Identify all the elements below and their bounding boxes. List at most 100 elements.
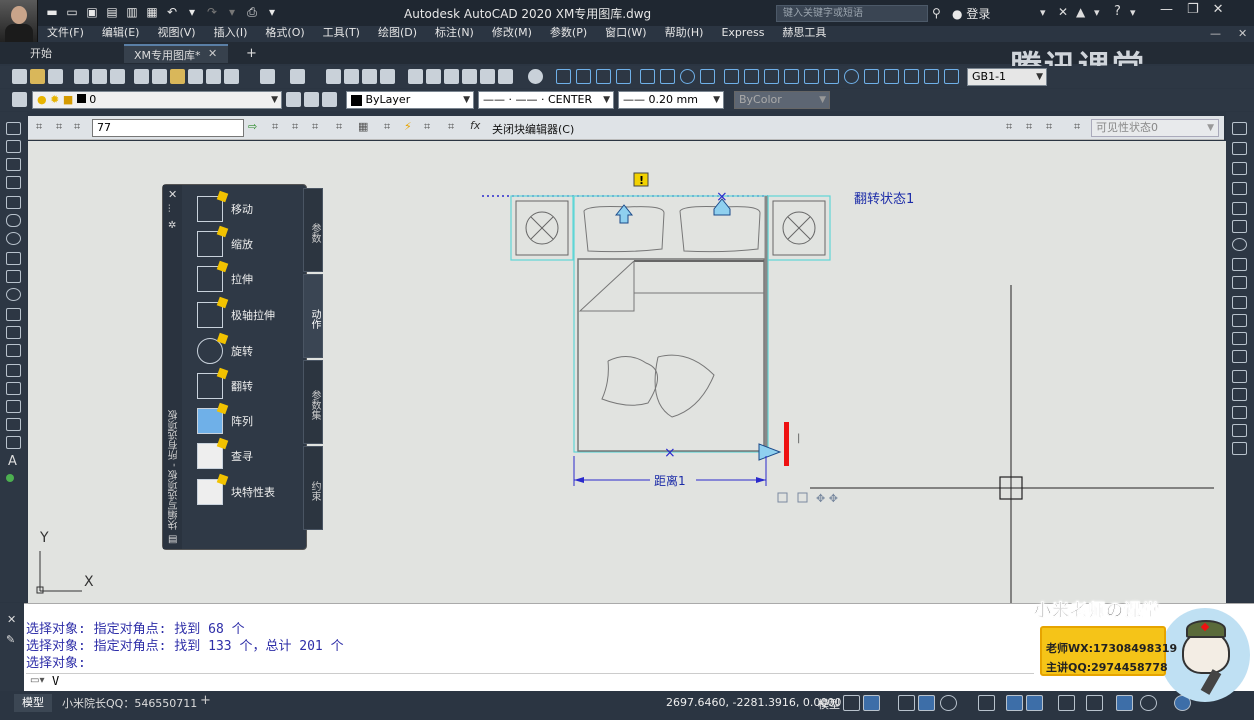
dimension-text-edit-icon[interactable]: [924, 69, 939, 84]
quickcalc-icon[interactable]: [498, 69, 513, 84]
close-block-editor-button[interactable]: 关闭块编辑器(C): [492, 121, 574, 137]
command-input[interactable]: V: [26, 673, 1034, 689]
isodraft-icon[interactable]: [940, 695, 957, 711]
edit-block-icon[interactable]: ⌗: [36, 120, 42, 134]
menu-file[interactable]: 文件(F): [38, 26, 93, 42]
visibility-state-select[interactable]: 可见性状态0 ▼: [1091, 119, 1219, 137]
erase-icon[interactable]: [1232, 122, 1247, 135]
action-icon[interactable]: ⚡: [404, 120, 412, 133]
sheet-set-icon[interactable]: [462, 69, 477, 84]
tab-parameters[interactable]: 参数: [303, 188, 323, 272]
layer-properties-icon[interactable]: [12, 92, 27, 107]
coordinates-readout[interactable]: 2697.6460, -2281.3916, 0.0000: [666, 696, 841, 709]
parameters-manager-icon[interactable]: ⌗: [448, 120, 454, 134]
snap-icon[interactable]: [863, 695, 880, 711]
revision-cloud-icon[interactable]: [6, 252, 21, 265]
circle-icon[interactable]: [6, 232, 21, 245]
auto-hide-icon[interactable]: ⫶: [168, 204, 171, 215]
save-icon[interactable]: [48, 69, 63, 84]
menu-hesi-tools[interactable]: 赫思工具: [773, 26, 835, 42]
clipboard-icon[interactable]: [224, 69, 239, 84]
redo-icon[interactable]: ↷: [204, 4, 220, 20]
geometric-constraint-icon[interactable]: ⌗: [292, 120, 298, 134]
array-icon[interactable]: [1232, 202, 1247, 215]
chamfer-icon[interactable]: [1232, 388, 1247, 401]
help-icon[interactable]: ?: [1114, 4, 1121, 19]
visibility-mode-icon[interactable]: ⌗: [1006, 120, 1012, 134]
break-icon[interactable]: [804, 69, 819, 84]
center-mark-icon[interactable]: [844, 69, 859, 84]
undo-icon[interactable]: ↶: [164, 4, 180, 20]
minimize-icon[interactable]: —: [1160, 2, 1173, 17]
space-icon[interactable]: [784, 69, 799, 84]
grid-icon[interactable]: [843, 695, 860, 711]
login-dropdown-icon[interactable]: ▾: [1040, 6, 1046, 19]
layout-tab[interactable]: 小米院长QQ：546550711: [62, 695, 197, 711]
blend-icon[interactable]: [1232, 424, 1247, 437]
mirror-icon[interactable]: [1232, 162, 1247, 175]
text-icon[interactable]: A: [8, 454, 17, 469]
object-snap-icon[interactable]: [1006, 695, 1023, 711]
arc-icon[interactable]: [6, 214, 21, 227]
copy-object-icon[interactable]: [1232, 142, 1247, 155]
menu-tools[interactable]: 工具(T): [314, 26, 369, 42]
layer-select[interactable]: ● ✹ ■ 0 ▼: [32, 91, 282, 109]
block-editor-icon[interactable]: [206, 69, 221, 84]
offset-icon[interactable]: [1232, 182, 1247, 195]
menu-parametric[interactable]: 参数(P): [541, 26, 596, 42]
action-polar-stretch[interactable]: 极轴拉伸: [197, 300, 275, 330]
layer-state-icon[interactable]: [322, 92, 337, 107]
constraint-bar-icon[interactable]: ⌗: [336, 120, 342, 134]
scale-icon[interactable]: [1232, 258, 1247, 271]
visibility-states-icon[interactable]: ⌗: [1074, 120, 1080, 134]
gradient-icon[interactable]: [6, 400, 21, 413]
menu-help[interactable]: 帮助(H): [656, 26, 713, 42]
region-icon[interactable]: [6, 418, 21, 431]
tab-parameter-sets[interactable]: 参数集: [303, 360, 323, 444]
model-space-button[interactable]: 模型: [818, 696, 840, 712]
point-icon[interactable]: [6, 364, 21, 377]
dimension-edit-icon[interactable]: [904, 69, 919, 84]
parameter-icon[interactable]: ⌗: [424, 120, 430, 134]
wrench-icon[interactable]: ✎: [6, 633, 15, 646]
login-button[interactable]: ● 登录: [952, 5, 990, 22]
linetype-select[interactable]: —— · —— · CENTER ▼: [478, 91, 614, 109]
break-object-icon[interactable]: [1232, 350, 1247, 363]
match-properties-icon[interactable]: [188, 69, 203, 84]
menu-edit[interactable]: 编辑(E): [93, 26, 149, 42]
publish-icon[interactable]: [110, 69, 125, 84]
show-constraints-icon[interactable]: ⌗: [312, 120, 318, 134]
help-dropdown-icon[interactable]: ▾: [1130, 6, 1136, 19]
tab-constraints[interactable]: 约束: [303, 446, 323, 530]
exchange-icon[interactable]: ✕: [1058, 5, 1068, 19]
radius-icon[interactable]: [640, 69, 655, 84]
help-search-input[interactable]: 键入关键字或短语: [776, 5, 928, 22]
attribute-definition-icon[interactable]: ⌗: [384, 120, 390, 134]
stretch-icon[interactable]: [1232, 276, 1247, 289]
action-lookup[interactable]: 查寻: [197, 441, 253, 471]
menu-window[interactable]: 窗口(W): [596, 26, 655, 42]
menu-close-icon[interactable]: ✕: [1238, 27, 1247, 40]
menu-insert[interactable]: 插入(I): [205, 26, 257, 42]
fx-icon[interactable]: fx: [470, 119, 480, 132]
menu-format[interactable]: 格式(O): [256, 26, 313, 42]
undo-toolbar-icon[interactable]: [260, 69, 275, 84]
print-icon[interactable]: [74, 69, 89, 84]
linear-dimension-icon[interactable]: [556, 69, 571, 84]
menu-express[interactable]: Express: [712, 26, 773, 42]
fillet-icon[interactable]: [1232, 406, 1247, 419]
jogged-linear-icon[interactable]: [884, 69, 899, 84]
rotate-icon[interactable]: [1232, 238, 1247, 251]
object-snap-tracking-icon[interactable]: [978, 695, 995, 711]
aligned-dimension-icon[interactable]: [576, 69, 591, 84]
tool-palettes-icon[interactable]: [444, 69, 459, 84]
copy-icon[interactable]: [152, 69, 167, 84]
tolerance-icon[interactable]: [824, 69, 839, 84]
action-block-table[interactable]: 块特性表: [197, 477, 275, 507]
dimstyle-select[interactable]: GB1-1 ▼: [967, 68, 1047, 86]
polar-icon[interactable]: [918, 695, 935, 711]
zoom-window-icon[interactable]: [362, 69, 377, 84]
close-icon[interactable]: ✕: [168, 188, 177, 201]
menu-minimize-icon[interactable]: —: [1210, 27, 1221, 40]
block-name-field[interactable]: 77: [92, 119, 244, 137]
